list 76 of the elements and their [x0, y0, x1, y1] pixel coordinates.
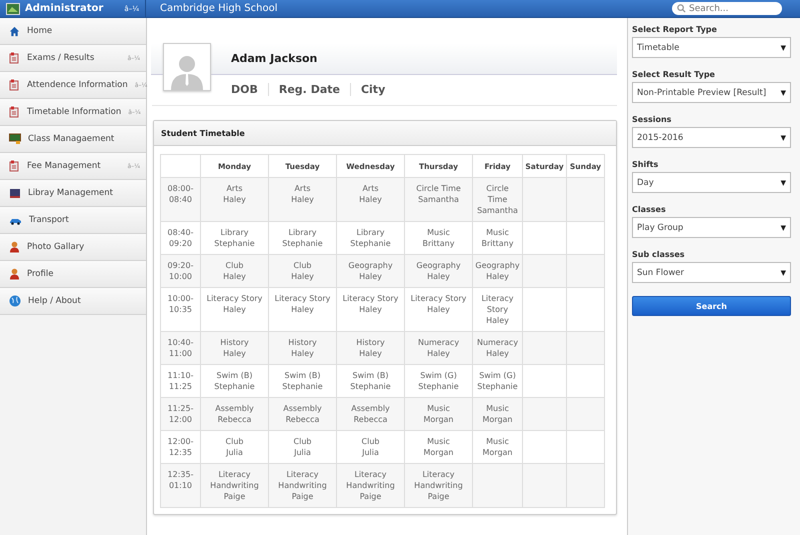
document-icon: [9, 52, 20, 64]
table-cell: Numeracy Haley: [472, 332, 522, 364]
panel-title: Student Timetable: [161, 128, 245, 138]
filter-label: Classes: [632, 204, 667, 216]
table-cell: [522, 464, 566, 508]
table-cell: Assembly Rebecca: [336, 398, 404, 430]
sidebar-item[interactable]: Transport: [0, 207, 146, 234]
table-cell: Literacy Handwriting Paige: [268, 464, 336, 508]
filter-label: Shifts: [632, 159, 660, 171]
table-cell: [566, 332, 604, 364]
time-cell: 12:35- 01:10: [160, 464, 200, 508]
globe-icon: [9, 295, 21, 307]
profile-field-label: Reg. Date: [268, 82, 350, 96]
sidebar-item[interactable]: Home: [0, 18, 146, 45]
table-cell: History Haley: [200, 332, 268, 364]
table-cell: [566, 398, 604, 430]
table-cell: Music Morgan: [404, 398, 472, 430]
document-icon: [9, 79, 20, 91]
time-cell: 11:25- 12:00: [160, 398, 200, 430]
avatar-placeholder: [163, 43, 211, 91]
table-cell: Geography Haley: [336, 254, 404, 288]
home-icon: [9, 26, 20, 36]
book-icon: [9, 188, 21, 198]
table-header-cell: [160, 154, 200, 178]
table-cell: [472, 464, 522, 508]
person-icon: [9, 268, 20, 280]
table-cell: [522, 178, 566, 222]
table-cell: Circle Time Samantha: [472, 178, 522, 222]
table-cell: Club Haley: [200, 254, 268, 288]
table-cell: Geography Haley: [472, 254, 522, 288]
chalkboard-icon: [9, 133, 21, 145]
table-cell: Circle Time Samantha: [404, 178, 472, 222]
sidebar-item[interactable]: Photo Gallary: [0, 234, 146, 261]
document-icon: [9, 106, 20, 118]
table-cell: Numeracy Haley: [404, 332, 472, 364]
table-cell: Club Haley: [268, 254, 336, 288]
document-icon: [9, 160, 20, 172]
sidebar-item[interactable]: Libray Management: [0, 180, 146, 207]
user-name[interactable]: Administrator: [25, 3, 120, 14]
table-cell: Assembly Rebecca: [200, 398, 268, 430]
search-button[interactable]: Search: [632, 296, 791, 316]
picture-icon: [6, 2, 20, 14]
time-cell: 10:40- 11:00: [160, 332, 200, 364]
table-cell: History Haley: [268, 332, 336, 364]
search-icon: [677, 4, 686, 13]
table-cell: [566, 464, 604, 508]
table-cell: [522, 398, 566, 430]
table-cell: Literacy Handwriting Paige: [336, 464, 404, 508]
table-cell: [566, 178, 604, 222]
table-cell: Geography Haley: [404, 254, 472, 288]
time-cell: 09:20- 10:00: [160, 254, 200, 288]
school-name: Cambridge High School: [160, 3, 278, 14]
table-cell: [522, 254, 566, 288]
time-cell: 08:00- 08:40: [160, 178, 200, 222]
sidebar-item[interactable]: Profile: [0, 261, 146, 288]
filter-label: Sessions: [632, 114, 672, 126]
sidebar-item[interactable]: Help / About: [0, 288, 146, 315]
table-cell: [522, 332, 566, 364]
table-cell: Music Morgan: [472, 398, 522, 430]
person-icon: [9, 241, 20, 253]
filter-label: Select Result Type: [632, 69, 716, 81]
student-name: Adam Jackson: [231, 52, 318, 65]
table-cell: Arts Haley: [200, 178, 268, 222]
table-cell: History Haley: [336, 332, 404, 364]
table-cell: [566, 254, 604, 288]
search-field[interactable]: Search...: [672, 2, 782, 15]
table-cell: Literacy Handwriting Paige: [404, 464, 472, 508]
filter-label: Select Report Type: [632, 24, 718, 36]
table-cell: Assembly Rebecca: [268, 398, 336, 430]
table-cell: Arts Haley: [336, 178, 404, 222]
profile-field-label: City: [350, 82, 396, 96]
sidebar-item[interactable]: Class Managaement: [0, 126, 146, 153]
table-cell: Arts Haley: [268, 178, 336, 222]
profile-field-label: DOB: [231, 82, 259, 96]
filter-label: Sub classes: [632, 249, 686, 261]
table-cell: Literacy Handwriting Paige: [200, 464, 268, 508]
